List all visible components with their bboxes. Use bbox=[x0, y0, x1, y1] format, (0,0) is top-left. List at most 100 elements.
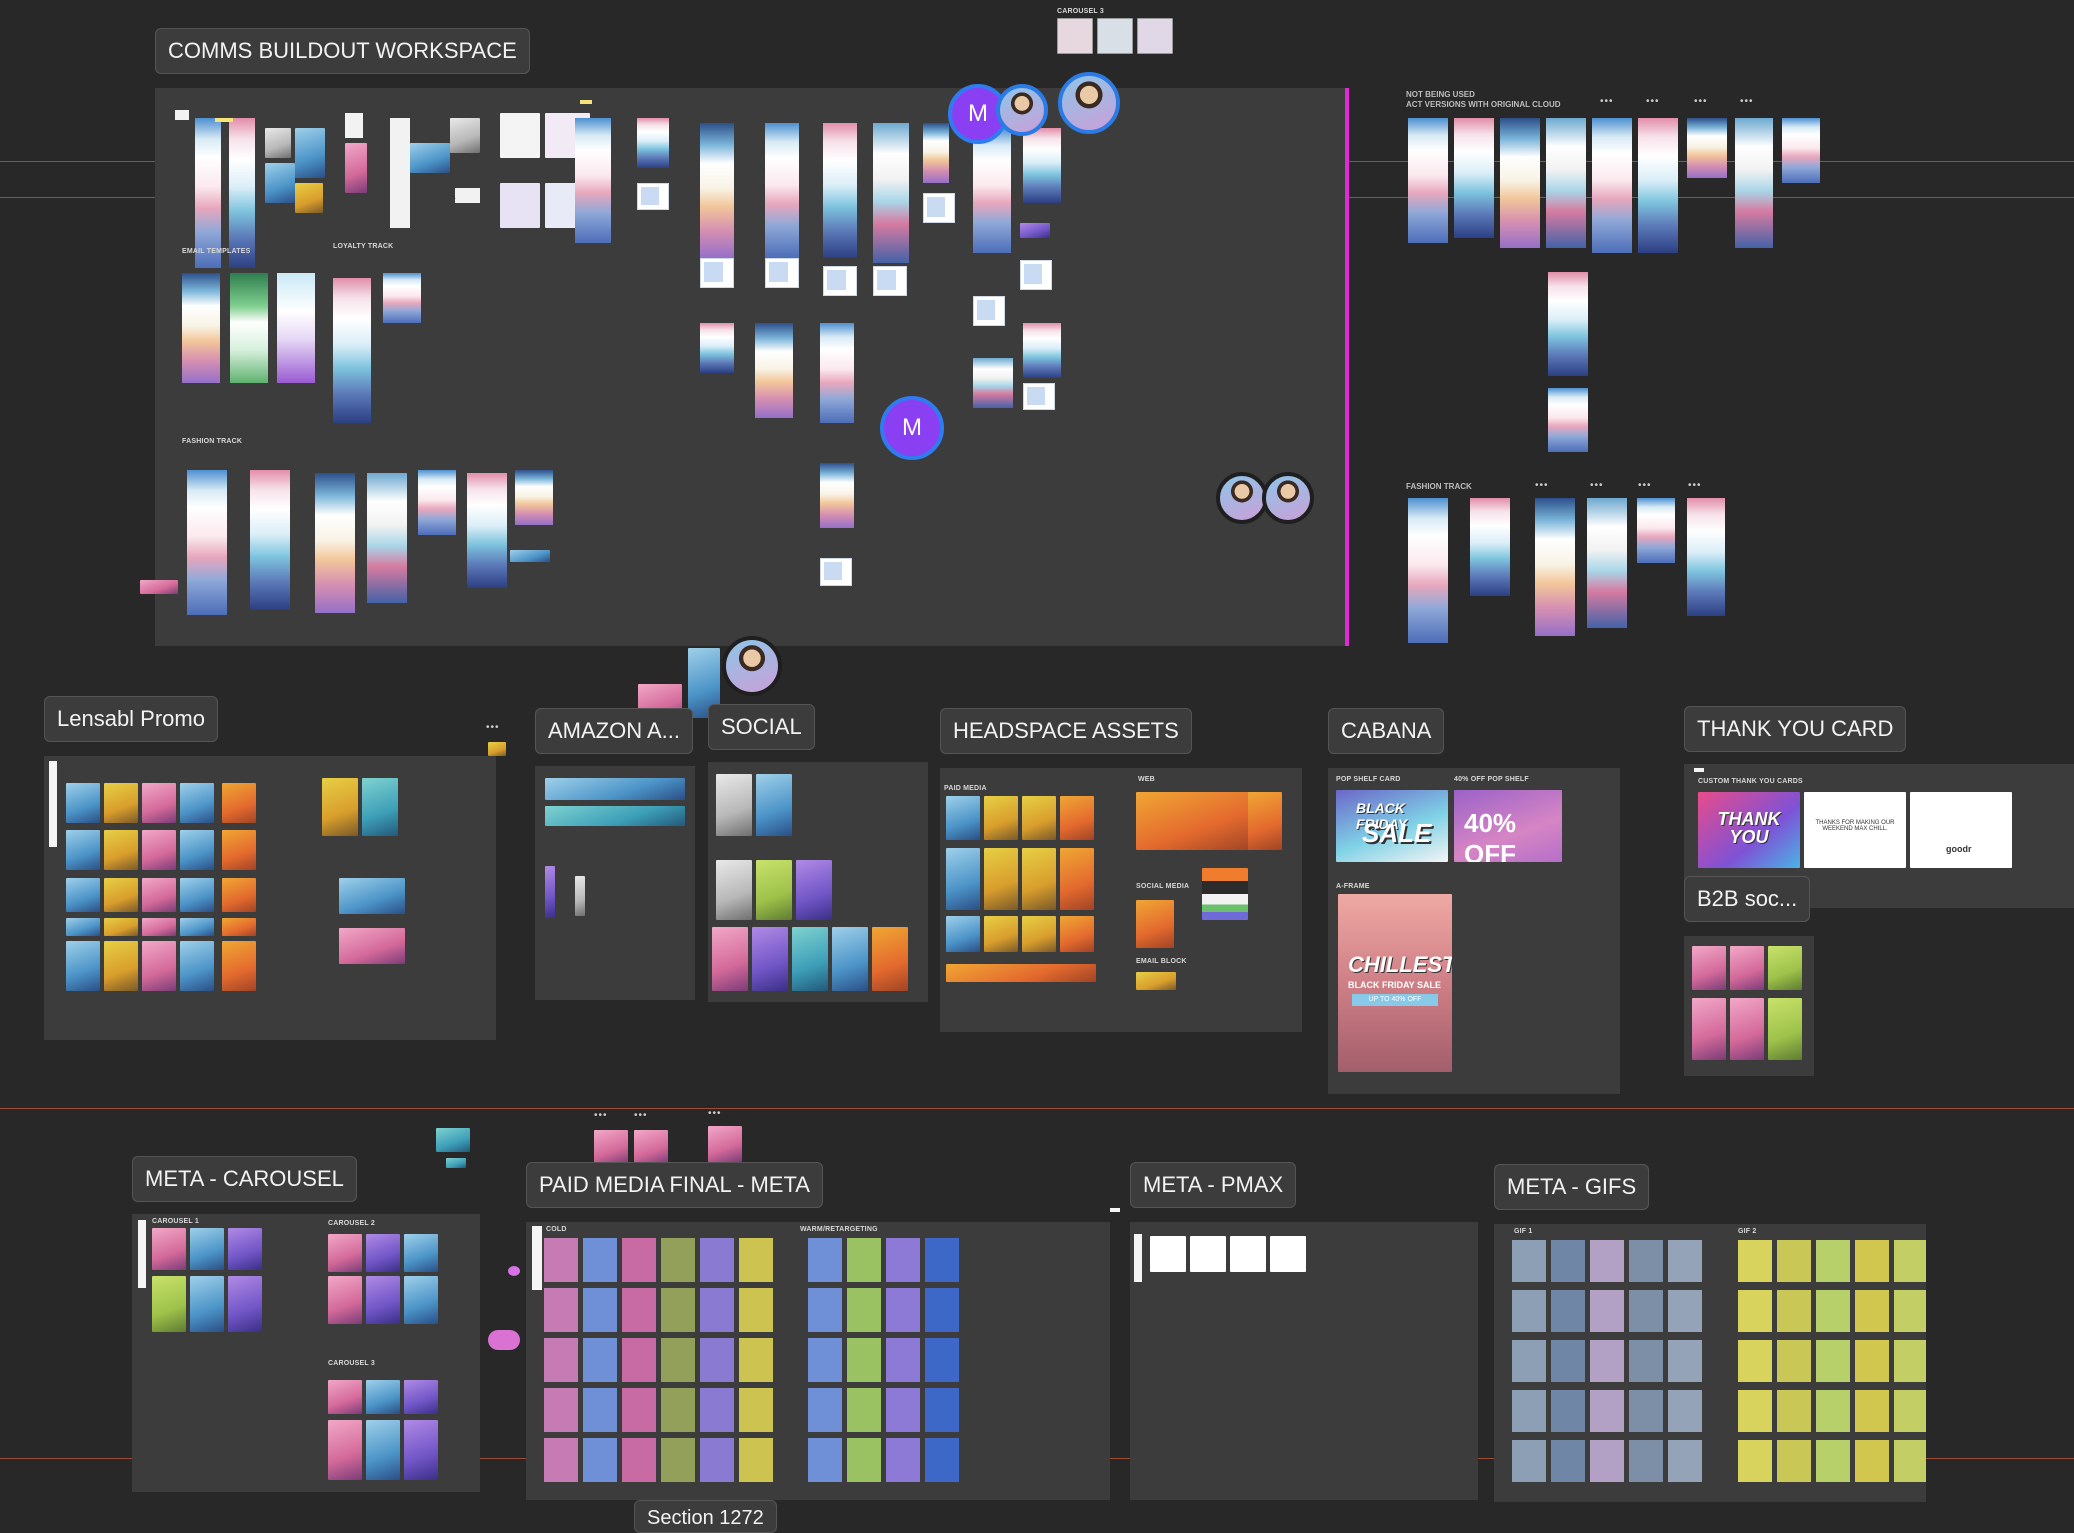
ad-thumbnail[interactable] bbox=[583, 1338, 617, 1382]
email-mockup[interactable] bbox=[1782, 118, 1820, 183]
promo-tile[interactable] bbox=[180, 918, 214, 936]
meta-gifs-frame[interactable]: GIF 1 GIF 2 bbox=[1494, 1224, 1926, 1502]
ad-thumbnail[interactable] bbox=[544, 1338, 578, 1382]
social-post[interactable] bbox=[832, 927, 868, 991]
email-mockup[interactable] bbox=[1454, 118, 1494, 238]
ad-thumbnail[interactable] bbox=[700, 1238, 734, 1282]
image-thumbnail[interactable] bbox=[410, 143, 450, 173]
wireframe-card[interactable] bbox=[923, 193, 955, 223]
image-thumbnail[interactable] bbox=[295, 128, 325, 178]
carousel-tile[interactable] bbox=[366, 1380, 400, 1414]
email-mockup[interactable] bbox=[515, 470, 553, 525]
social-post[interactable] bbox=[712, 927, 748, 991]
promo-tile[interactable] bbox=[104, 830, 138, 870]
ad-thumbnail[interactable] bbox=[1738, 1240, 1772, 1282]
wireframe-card[interactable] bbox=[820, 558, 852, 586]
pmax-placeholder[interactable] bbox=[1150, 1236, 1186, 1272]
ad-thumbnail[interactable] bbox=[622, 1388, 656, 1432]
wireframe-card[interactable] bbox=[823, 266, 857, 296]
promo-tile[interactable] bbox=[66, 878, 100, 912]
ad-thumbnail[interactable] bbox=[847, 1338, 881, 1382]
ad-thumbnail[interactable] bbox=[886, 1238, 920, 1282]
more-options-icon[interactable]: ••• bbox=[1600, 96, 1614, 107]
email-mockup[interactable] bbox=[755, 323, 793, 418]
ad-thumbnail[interactable] bbox=[1816, 1240, 1850, 1282]
more-options-icon[interactable]: ••• bbox=[1694, 96, 1708, 107]
ad-thumbnail[interactable] bbox=[925, 1288, 959, 1332]
ad-thumbnail[interactable] bbox=[1590, 1440, 1624, 1482]
connector-shape[interactable] bbox=[488, 1330, 520, 1350]
sticky-note[interactable] bbox=[175, 110, 189, 120]
ad-thumbnail[interactable] bbox=[739, 1388, 773, 1432]
ad-thumbnail[interactable] bbox=[1629, 1340, 1663, 1382]
image-thumbnail[interactable] bbox=[575, 876, 585, 916]
ad-tile[interactable] bbox=[1060, 796, 1094, 840]
ad-thumbnail[interactable] bbox=[661, 1438, 695, 1482]
ad-thumbnail[interactable] bbox=[1590, 1340, 1624, 1382]
frame-scrollbar[interactable] bbox=[1134, 1234, 1142, 1282]
email-mockup[interactable] bbox=[383, 273, 421, 323]
a-frame-poster[interactable]: CHILLEST BLACK FRIDAY SALE UP TO 40% OFF bbox=[1338, 894, 1452, 1072]
ad-thumbnail[interactable] bbox=[544, 1438, 578, 1482]
ad-thumbnail[interactable] bbox=[847, 1388, 881, 1432]
ad-thumbnail[interactable] bbox=[886, 1438, 920, 1482]
image-thumbnail[interactable] bbox=[634, 1130, 668, 1164]
sticky-note[interactable] bbox=[345, 113, 363, 138]
email-mockup[interactable] bbox=[467, 473, 507, 588]
ad-thumbnail[interactable] bbox=[1551, 1440, 1585, 1482]
ad-thumbnail[interactable] bbox=[925, 1238, 959, 1282]
promo-tile[interactable] bbox=[180, 878, 214, 912]
b2b-tile[interactable] bbox=[1692, 946, 1726, 990]
ad-thumbnail[interactable] bbox=[544, 1288, 578, 1332]
ad-thumbnail[interactable] bbox=[1777, 1290, 1811, 1332]
email-mockup[interactable] bbox=[873, 123, 909, 263]
ad-thumbnail[interactable] bbox=[1816, 1290, 1850, 1332]
email-template[interactable] bbox=[230, 273, 268, 383]
email-mockup[interactable] bbox=[1470, 498, 1510, 596]
image-thumbnail[interactable] bbox=[594, 1130, 628, 1164]
ad-thumbnail[interactable] bbox=[700, 1438, 734, 1482]
image-thumbnail[interactable] bbox=[265, 163, 295, 203]
ad-thumbnail[interactable] bbox=[1629, 1290, 1663, 1332]
section-label-meta-carousel[interactable]: META - CAROUSEL bbox=[132, 1156, 357, 1202]
ad-thumbnail[interactable] bbox=[847, 1238, 881, 1282]
promo-tile[interactable] bbox=[66, 830, 100, 870]
email-mockup[interactable] bbox=[1637, 498, 1675, 563]
section-label-paid-media[interactable]: PAID MEDIA FINAL - META bbox=[526, 1162, 823, 1208]
web-banner[interactable] bbox=[1136, 792, 1252, 850]
web-banner[interactable] bbox=[1248, 792, 1282, 850]
social-post[interactable] bbox=[756, 774, 792, 836]
ad-thumbnail[interactable] bbox=[1668, 1390, 1702, 1432]
promo-tile[interactable] bbox=[222, 783, 256, 823]
collaborator-avatar[interactable] bbox=[1262, 472, 1314, 524]
promo-tile[interactable] bbox=[104, 878, 138, 912]
email-mockup[interactable] bbox=[637, 118, 669, 168]
email-mockup[interactable] bbox=[1638, 118, 1678, 253]
ad-thumbnail[interactable] bbox=[1777, 1440, 1811, 1482]
ad-thumbnail[interactable] bbox=[661, 1388, 695, 1432]
email-mockup[interactable] bbox=[1023, 323, 1061, 378]
ad-thumbnail[interactable] bbox=[1816, 1440, 1850, 1482]
section-label-meta-gifs[interactable]: META - GIFS bbox=[1494, 1164, 1650, 1210]
carousel-thumb[interactable] bbox=[1097, 18, 1133, 54]
frame-scrollbar[interactable] bbox=[49, 761, 57, 847]
carousel-thumb[interactable] bbox=[1137, 18, 1173, 54]
promo-tile[interactable] bbox=[66, 941, 100, 991]
more-options-icon[interactable]: ••• bbox=[594, 1110, 608, 1121]
more-options-icon[interactable]: ••• bbox=[1535, 480, 1549, 491]
image-thumbnail[interactable] bbox=[500, 183, 540, 228]
ad-thumbnail[interactable] bbox=[583, 1238, 617, 1282]
ad-thumbnail[interactable] bbox=[1777, 1390, 1811, 1432]
ad-thumbnail[interactable] bbox=[808, 1338, 842, 1382]
promo-tile[interactable] bbox=[339, 928, 405, 964]
ad-thumbnail[interactable] bbox=[1894, 1440, 1926, 1482]
social-post[interactable] bbox=[872, 927, 908, 991]
email-mockup[interactable] bbox=[1592, 118, 1632, 253]
color-swatches[interactable] bbox=[1202, 868, 1248, 920]
email-mockup[interactable] bbox=[1546, 118, 1586, 248]
ad-thumbnail[interactable] bbox=[1551, 1240, 1585, 1282]
image-thumbnail[interactable] bbox=[446, 1158, 466, 1168]
promo-tile[interactable] bbox=[222, 830, 256, 870]
carousel-tile[interactable] bbox=[366, 1420, 400, 1480]
ad-thumbnail[interactable] bbox=[925, 1338, 959, 1382]
